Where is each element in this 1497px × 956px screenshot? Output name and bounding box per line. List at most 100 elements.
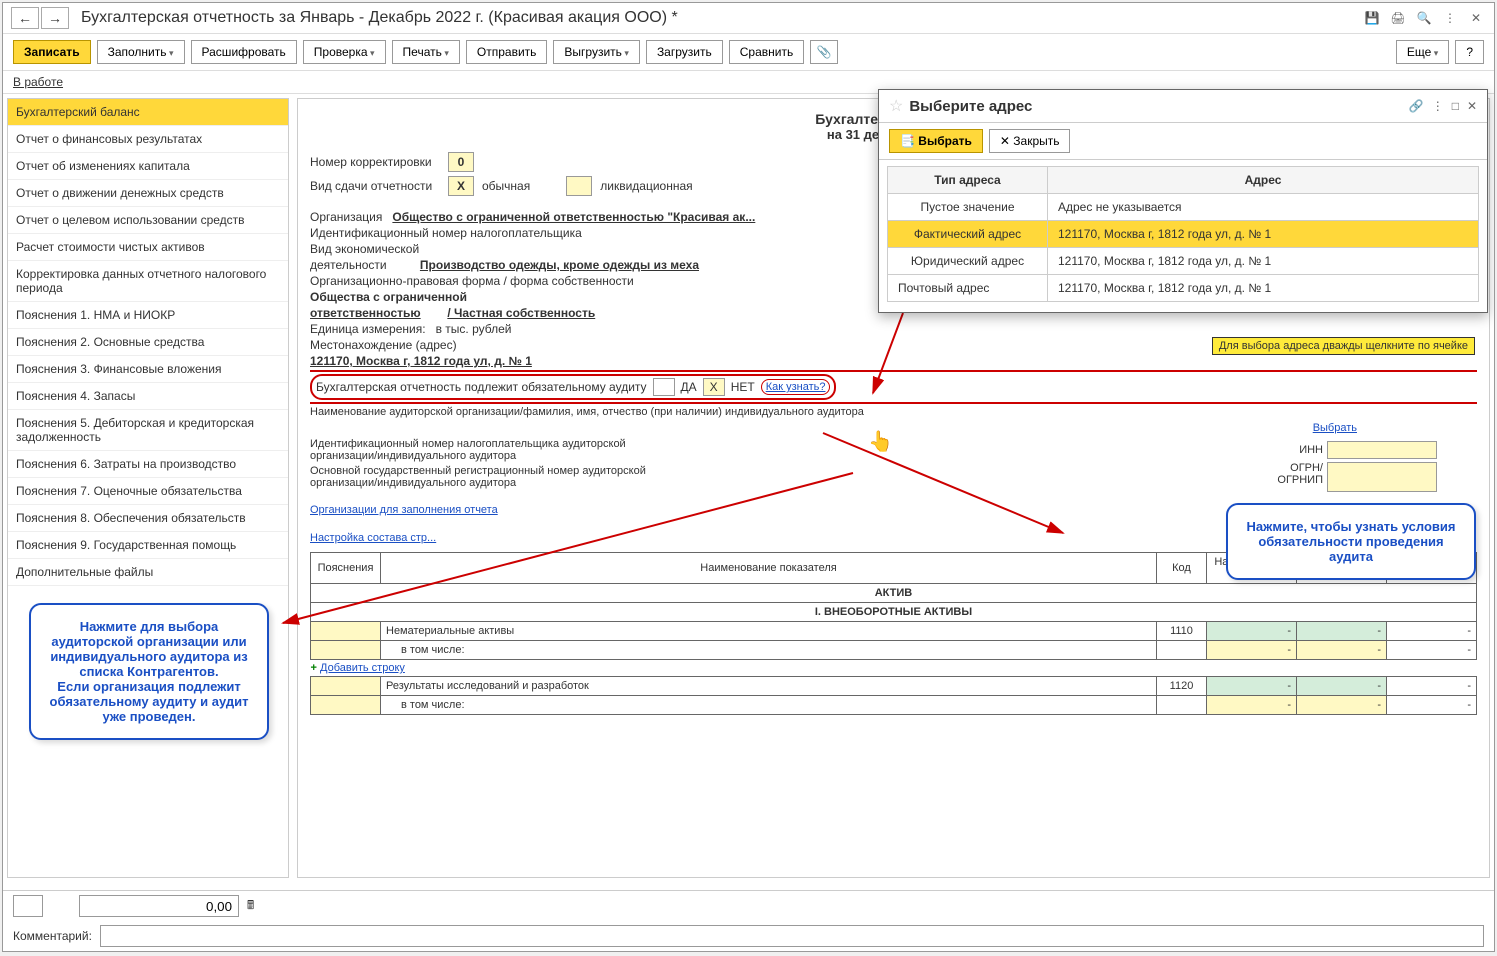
footer-sum-input[interactable] <box>79 895 239 917</box>
addr-value[interactable]: 121170, Москва г, 1812 года ул, д. № 1 <box>310 354 1477 368</box>
cell-2020-incl1[interactable]: - <box>1387 641 1477 660</box>
print-button[interactable]: Печать <box>392 40 460 64</box>
popup-link-icon[interactable]: 🔗 <box>1409 99 1424 113</box>
export-button[interactable]: Выгрузить <box>553 40 640 64</box>
cell-expl-incl1[interactable] <box>311 641 381 660</box>
corr-value[interactable]: 0 <box>448 152 474 172</box>
back-button[interactable]: ← <box>11 7 39 29</box>
sidebar-item-expl7[interactable]: Пояснения 7. Оценочные обязательства <box>8 478 288 505</box>
forward-button[interactable]: → <box>41 7 69 29</box>
cell-2020-1120[interactable]: - <box>1387 677 1477 696</box>
help-button[interactable]: ? <box>1455 40 1484 64</box>
sidebar-item-finresults[interactable]: Отчет о финансовых результатах <box>8 126 288 153</box>
popup-close-icon[interactable]: ✕ <box>1467 99 1477 113</box>
cell-expl-1110[interactable] <box>311 622 381 641</box>
sidebar-item-expl6[interactable]: Пояснения 6. Затраты на производство <box>8 451 288 478</box>
sidebar-item-correction[interactable]: Корректировка данных отчетного налоговог… <box>8 261 288 302</box>
footer-small-input[interactable] <box>13 895 43 917</box>
sidebar-item-cashflow[interactable]: Отчет о движении денежных средств <box>8 180 288 207</box>
aud-ogrn-input[interactable] <box>1327 462 1437 492</box>
import-button[interactable]: Загрузить <box>646 40 723 64</box>
cell-2021-incl2[interactable]: - <box>1297 696 1387 715</box>
footer: 🖩 Комментарий: <box>3 890 1494 951</box>
titlebar: ← → Бухгалтерская отчетность за Январь -… <box>3 3 1494 34</box>
close-icon[interactable]: ✕ <box>1466 8 1486 28</box>
form-value3[interactable]: / Частная собственность <box>447 306 595 320</box>
sidebar-item-expl3[interactable]: Пояснения 3. Финансовые вложения <box>8 356 288 383</box>
corr-label: Номер корректировки <box>310 155 440 169</box>
sidebar-item-capital[interactable]: Отчет об изменениях капитала <box>8 153 288 180</box>
th-name: Наименование показателя <box>381 553 1157 584</box>
cell-2022-incl1[interactable]: - <box>1207 641 1297 660</box>
aud-ogrn-short: ОГРН/ <box>1277 462 1323 474</box>
type-regular-check[interactable]: X <box>448 176 474 196</box>
popup-row-postal[interactable]: Почтовый адрес121170, Москва г, 1812 год… <box>888 275 1479 302</box>
type-label: Вид сдачи отчетности <box>310 179 440 193</box>
popup-select-button[interactable]: 📑 Выбрать <box>889 129 983 153</box>
star-icon[interactable]: ☆ <box>889 96 903 116</box>
print-icon[interactable]: 🖨 <box>1388 8 1408 28</box>
cell-2020-1110[interactable]: - <box>1387 622 1477 641</box>
check-button[interactable]: Проверка <box>303 40 386 64</box>
sidebar-item-expl2[interactable]: Пояснения 2. Основные средства <box>8 329 288 356</box>
sidebar-item-expl5[interactable]: Пояснения 5. Дебиторская и кредиторская … <box>8 410 288 451</box>
section-vneoborot: I. ВНЕОБОРОТНЫЕ АКТИВЫ <box>311 603 1477 622</box>
cell-2021-1110[interactable]: - <box>1297 622 1387 641</box>
more-button[interactable]: Еще <box>1396 40 1449 64</box>
cell-code-1110: 1110 <box>1157 622 1207 641</box>
org-label: Организация <box>310 210 382 224</box>
activity-value[interactable]: Производство одежды, кроме одежды из мех… <box>420 258 699 272</box>
rows-config-link[interactable]: Настройка состава стр... <box>310 532 436 544</box>
audit-how-link[interactable]: Как узнать? <box>761 379 831 395</box>
cell-2021-1120[interactable]: - <box>1297 677 1387 696</box>
preview-icon[interactable]: 🔍 <box>1414 8 1434 28</box>
sidebar-item-balance[interactable]: Бухгалтерский баланс <box>8 99 288 126</box>
status-link[interactable]: В работе <box>13 75 63 89</box>
compare-button[interactable]: Сравнить <box>729 40 804 64</box>
sidebar-item-expl1[interactable]: Пояснения 1. НМА и НИОКР <box>8 302 288 329</box>
save-icon[interactable]: 💾 <box>1362 8 1382 28</box>
add-row-link[interactable]: Добавить строку <box>320 662 405 674</box>
calc-icon[interactable]: 🖩 <box>247 896 254 917</box>
cell-2022-1110[interactable]: - <box>1207 622 1297 641</box>
cell-2021-incl1[interactable]: - <box>1297 641 1387 660</box>
popup-close-button[interactable]: ✕ Закрыть <box>989 129 1071 153</box>
attach-button[interactable]: 📎 <box>810 40 838 64</box>
aud-select-link[interactable]: Выбрать <box>1313 422 1357 434</box>
sidebar-item-files[interactable]: Дополнительные файлы <box>8 559 288 586</box>
popup-th-type: Тип адреса <box>888 167 1048 194</box>
cell-expl-1120[interactable] <box>311 677 381 696</box>
audit-no-check[interactable]: X <box>703 378 725 396</box>
type-liquid-label: ликвидационная <box>600 179 692 193</box>
sidebar-item-expl4[interactable]: Пояснения 4. Запасы <box>8 383 288 410</box>
cell-2020-incl2[interactable]: - <box>1387 696 1477 715</box>
org-fill-link[interactable]: Организации для заполнения отчета <box>310 504 498 516</box>
cell-2022-incl2[interactable]: - <box>1207 696 1297 715</box>
sidebar-item-expl8[interactable]: Пояснения 8. Обеспечения обязательств <box>8 505 288 532</box>
type-liquid-check[interactable] <box>566 176 592 196</box>
cell-2022-1120[interactable]: - <box>1207 677 1297 696</box>
write-button[interactable]: Записать <box>13 40 91 64</box>
comment-input[interactable] <box>100 925 1484 947</box>
cell-expl-incl2[interactable] <box>311 696 381 715</box>
decrypt-button[interactable]: Расшифровать <box>191 40 297 64</box>
sidebar-item-target[interactable]: Отчет о целевом использовании средств <box>8 207 288 234</box>
th-expl: Пояснения <box>311 553 381 584</box>
popup-row-legal[interactable]: Юридический адрес121170, Москва г, 1812 … <box>888 248 1479 275</box>
popup-row-empty[interactable]: Пустое значениеАдрес не указывается <box>888 194 1479 221</box>
aud-inn-input[interactable] <box>1327 441 1437 459</box>
address-popup: ☆ Выберите адрес 🔗 ⋮ □ ✕ 📑 Выбрать ✕ Зак… <box>878 89 1488 313</box>
form-value2[interactable]: ответственностью <box>310 306 421 320</box>
cell-code-incl1 <box>1157 641 1207 660</box>
sidebar-item-netassets[interactable]: Расчет стоимости чистых активов <box>8 234 288 261</box>
audit-yes-check[interactable] <box>653 378 675 396</box>
activity-label1: Вид экономической <box>310 242 419 256</box>
popup-maximize-icon[interactable]: □ <box>1452 99 1459 113</box>
fill-button[interactable]: Заполнить <box>97 40 185 64</box>
menu-icon[interactable]: ⋮ <box>1440 8 1460 28</box>
send-button[interactable]: Отправить <box>466 40 548 64</box>
sidebar-item-expl9[interactable]: Пояснения 9. Государственная помощь <box>8 532 288 559</box>
popup-row-actual[interactable]: Фактический адрес121170, Москва г, 1812 … <box>888 221 1479 248</box>
popup-menu-icon[interactable]: ⋮ <box>1432 99 1444 113</box>
org-value[interactable]: Общество с ограниченной ответственностью… <box>392 210 755 224</box>
